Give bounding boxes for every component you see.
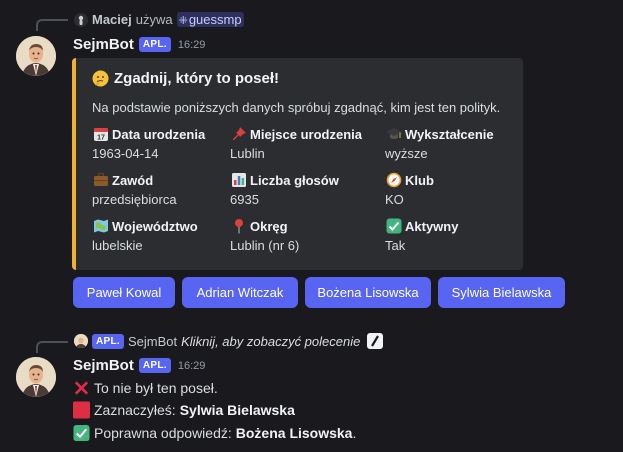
field-value: Tak [385, 238, 406, 253]
correct-value: Bożena Lisowska [235, 424, 353, 441]
field-name: Klub [405, 172, 434, 188]
embed-description: Na podstawie poniższych danych spróbuj z… [92, 100, 501, 115]
map-icon [92, 218, 109, 235]
field-value: przedsiębiorca [92, 192, 177, 207]
red-square-icon [73, 401, 90, 418]
svg-text:17: 17 [97, 135, 105, 142]
message-header: SejmBot APL. 16:29 [73, 357, 205, 374]
field-club: Klub KO [385, 171, 434, 208]
command-icon: ⁜ [178, 15, 188, 27]
username[interactable]: SejmBot [73, 36, 134, 53]
correct-label: Poprawna odpowiedź: [94, 424, 232, 441]
command-reply-header[interactable]: Maciej używa ⁜guessmp [74, 12, 244, 27]
bar-chart-icon [230, 172, 247, 189]
message-header: SejmBot APL. 16:29 [73, 36, 205, 53]
field-value: KO [385, 192, 404, 207]
field-votes: Liczba głosów 6935 [230, 171, 339, 208]
result-text: To nie był ten poseł. [94, 379, 218, 396]
answer-button-4[interactable]: Sylwia Bielawska [438, 277, 565, 308]
reply-hint[interactable]: Kliknij, aby zobaczyć polecenie [181, 334, 360, 349]
answer-button-3[interactable]: Bożena Lisowska [305, 277, 431, 308]
reply-connector [36, 19, 68, 31]
field-profession: Zawód przedsiębiorca [92, 171, 177, 208]
cross-mark-icon [73, 379, 90, 396]
result-line-selected: Zaznaczyłeś: Sylwia Bielawska [73, 401, 295, 418]
avatar[interactable] [16, 36, 56, 76]
avatar[interactable] [16, 357, 56, 397]
bot-mini-avatar[interactable] [74, 334, 88, 348]
round-pushpin-icon [230, 218, 247, 235]
embed-title-text: Zgadnij, który to poseł! [114, 70, 280, 87]
field-name: Województwo [112, 218, 198, 234]
interaction-reply-header[interactable]: APL. SejmBot Kliknij, aby zobaczyć polec… [74, 333, 384, 349]
field-name: Data urodzenia [112, 126, 206, 142]
timestamp[interactable]: 16:29 [178, 360, 206, 372]
field-value: wyższe [385, 146, 428, 161]
calendar-icon: 17 [92, 126, 109, 143]
app-badge: APL. [138, 358, 171, 373]
selected-value: Sylwia Bielawska [179, 401, 295, 418]
timestamp[interactable]: 16:29 [178, 39, 206, 51]
field-education: Wykształcenie wyższe [385, 125, 494, 162]
field-value: Lublin [230, 146, 265, 161]
reply-user-name[interactable]: Maciej [92, 12, 132, 27]
briefcase-icon [92, 172, 109, 189]
result-line-wrong: To nie był ten poseł. [73, 379, 218, 396]
field-birth-place: Miejsce urodzenia Lublin [230, 125, 362, 162]
field-birth-date: 17 Data urodzenia 1963-04-14 [92, 125, 206, 162]
check-mark-icon [73, 424, 90, 441]
compass-icon [385, 172, 402, 189]
username[interactable]: SejmBot [73, 357, 134, 374]
field-active: Aktywny Tak [385, 217, 458, 253]
answer-button-1[interactable]: Paweł Kowal [73, 277, 175, 308]
embed-card: Zgadnij, który to poseł! Na podstawie po… [72, 58, 523, 270]
check-mark-icon [385, 218, 402, 235]
field-district: Okręg Lublin (nr 6) [230, 217, 300, 254]
reply-action: używa [135, 12, 173, 27]
field-name: Aktywny [405, 218, 459, 234]
user-mini-avatar[interactable] [74, 12, 88, 27]
field-voivodeship: Województwo lubelskie [92, 217, 198, 254]
field-value: Lublin (nr 6) [230, 238, 300, 253]
thinking-face-icon [92, 70, 109, 87]
slash-command-icon [367, 333, 384, 349]
field-name: Okręg [250, 218, 288, 234]
selected-label: Zaznaczyłeś: [94, 401, 176, 418]
reply-user-name[interactable]: SejmBot [128, 334, 177, 349]
field-value: lubelskie [92, 238, 143, 253]
command-name: guessmp [188, 12, 242, 27]
reply-connector [36, 341, 68, 353]
result-line-correct: Poprawna odpowiedź: Bożena Lisowska. [73, 424, 356, 441]
field-value: 1963-04-14 [92, 146, 159, 161]
field-name: Wykształcenie [405, 126, 494, 142]
graduation-cap-icon [385, 126, 402, 143]
slash-command-link[interactable]: ⁜guessmp [176, 12, 244, 27]
sentence-end: . [352, 424, 357, 441]
field-name: Liczba głosów [250, 172, 339, 188]
answer-button-2[interactable]: Adrian Witczak [182, 277, 298, 308]
field-name: Miejsce urodzenia [250, 126, 362, 142]
app-badge: APL. [138, 37, 171, 52]
field-name: Zawód [112, 172, 154, 188]
pushpin-icon [230, 126, 247, 143]
app-badge: APL. [92, 333, 124, 349]
field-value: 6935 [230, 192, 259, 207]
embed-title: Zgadnij, który to poseł! [92, 70, 279, 87]
